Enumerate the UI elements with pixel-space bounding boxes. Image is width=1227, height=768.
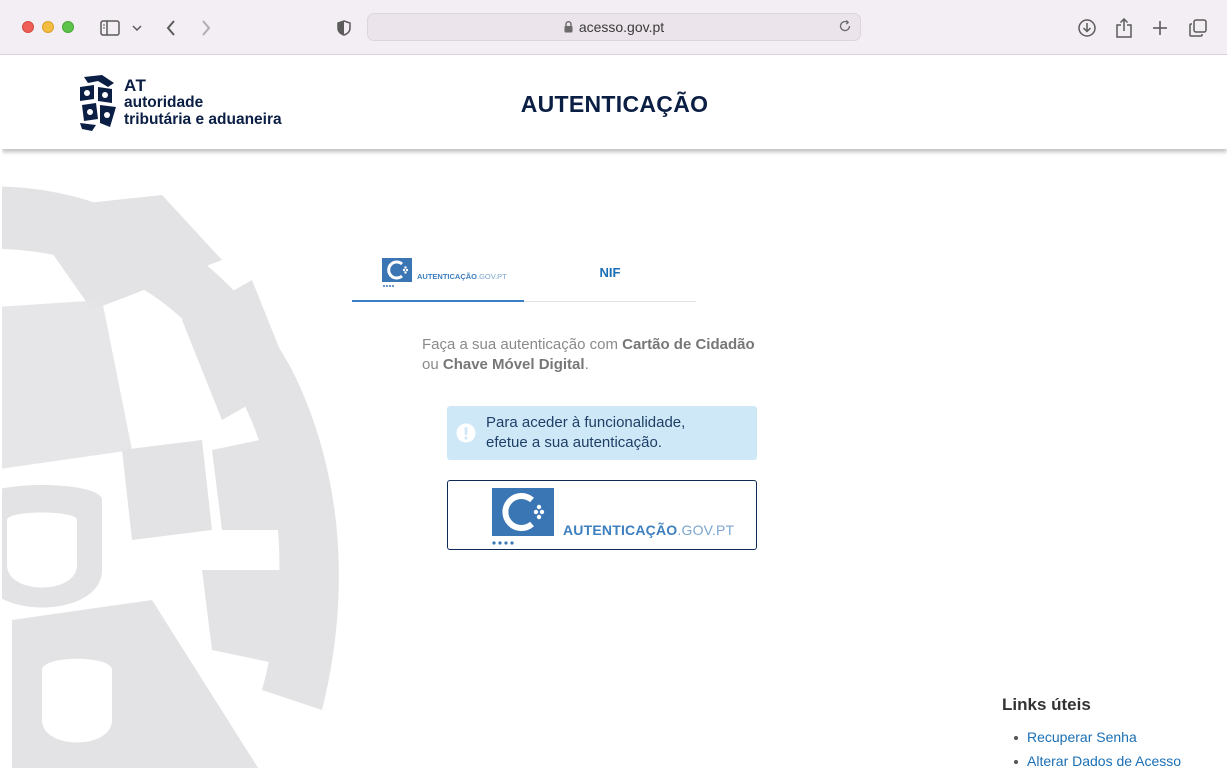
- auth-button-label: AUTENTICAÇÃO.GOV.PT: [563, 522, 735, 538]
- logo-line2: tributária e aduaneira: [124, 110, 282, 128]
- privacy-shield-icon[interactable]: [334, 14, 354, 42]
- useful-links-title: Links úteis: [1002, 695, 1091, 714]
- autenticacao-gov-logo-icon: [492, 488, 554, 545]
- url-text: acesso.gov.pt: [578, 19, 665, 35]
- alert-line1: Para aceder à funcionalidade,: [486, 414, 686, 431]
- watermark-emblem-icon: [2, 186, 339, 768]
- at-logo[interactable]: AT autoridade tributária e aduaneira: [78, 71, 298, 133]
- useful-links: Links úteis Recuperar Senha Alterar Dado…: [1002, 695, 1222, 768]
- link-alterar-dados[interactable]: Alterar Dados de Acesso: [1014, 749, 1222, 768]
- close-window-button[interactable]: [22, 21, 34, 33]
- info-alert: Para aceder à funcionalidade, efetue a s…: [447, 406, 757, 460]
- reload-icon[interactable]: [838, 19, 852, 33]
- intro-text: Faça a sua autenticação com Cartão de Ci…: [422, 336, 755, 373]
- zoom-window-button[interactable]: [62, 21, 74, 33]
- share-icon[interactable]: [1114, 14, 1134, 42]
- cartao-cidadao-text: Cartão de Cidadão: [622, 336, 755, 353]
- at-emblem-icon: [80, 75, 116, 131]
- browser-toolbar: acesso.gov.pt: [0, 0, 1227, 55]
- chevron-down-icon[interactable]: [130, 14, 144, 42]
- new-tab-icon[interactable]: [1150, 14, 1170, 42]
- logo-short: AT: [124, 75, 147, 95]
- sidebar-toggle-icon[interactable]: [98, 14, 122, 42]
- back-icon[interactable]: [162, 14, 180, 42]
- logo-line1: autoridade: [124, 93, 204, 111]
- lock-icon: [564, 21, 573, 33]
- autenticacao-gov-logo-icon: [382, 258, 412, 287]
- link-recuperar-senha[interactable]: Recuperar Senha: [1014, 725, 1222, 749]
- minimize-window-button[interactable]: [42, 21, 54, 33]
- page-title: AUTENTICAÇÃO: [520, 91, 709, 117]
- tab-auth-label: AUTENTICAÇÃO.GOV.PT: [417, 272, 507, 281]
- exclamation-icon: [456, 423, 476, 443]
- page-viewport: AT autoridade tributária e aduaneira AUT…: [2, 55, 1227, 768]
- address-bar[interactable]: acesso.gov.pt: [367, 13, 861, 41]
- tab-nif[interactable]: NIF: [524, 250, 696, 302]
- tab-autenticacao-gov[interactable]: AUTENTICAÇÃO.GOV.PT: [352, 250, 524, 302]
- auth-tabs: AUTENTICAÇÃO.GOV.PT NIF: [352, 250, 696, 302]
- autenticacao-gov-button[interactable]: AUTENTICAÇÃO.GOV.PT: [447, 480, 757, 550]
- download-icon[interactable]: [1076, 14, 1098, 42]
- site-header: AT autoridade tributária e aduaneira AUT…: [2, 55, 1227, 149]
- chave-movel-text: Chave Móvel Digital: [442, 356, 585, 373]
- forward-icon[interactable]: [197, 14, 215, 42]
- tab-overview-icon[interactable]: [1187, 14, 1209, 42]
- alert-line2: efetue a sua autenticação.: [486, 434, 662, 451]
